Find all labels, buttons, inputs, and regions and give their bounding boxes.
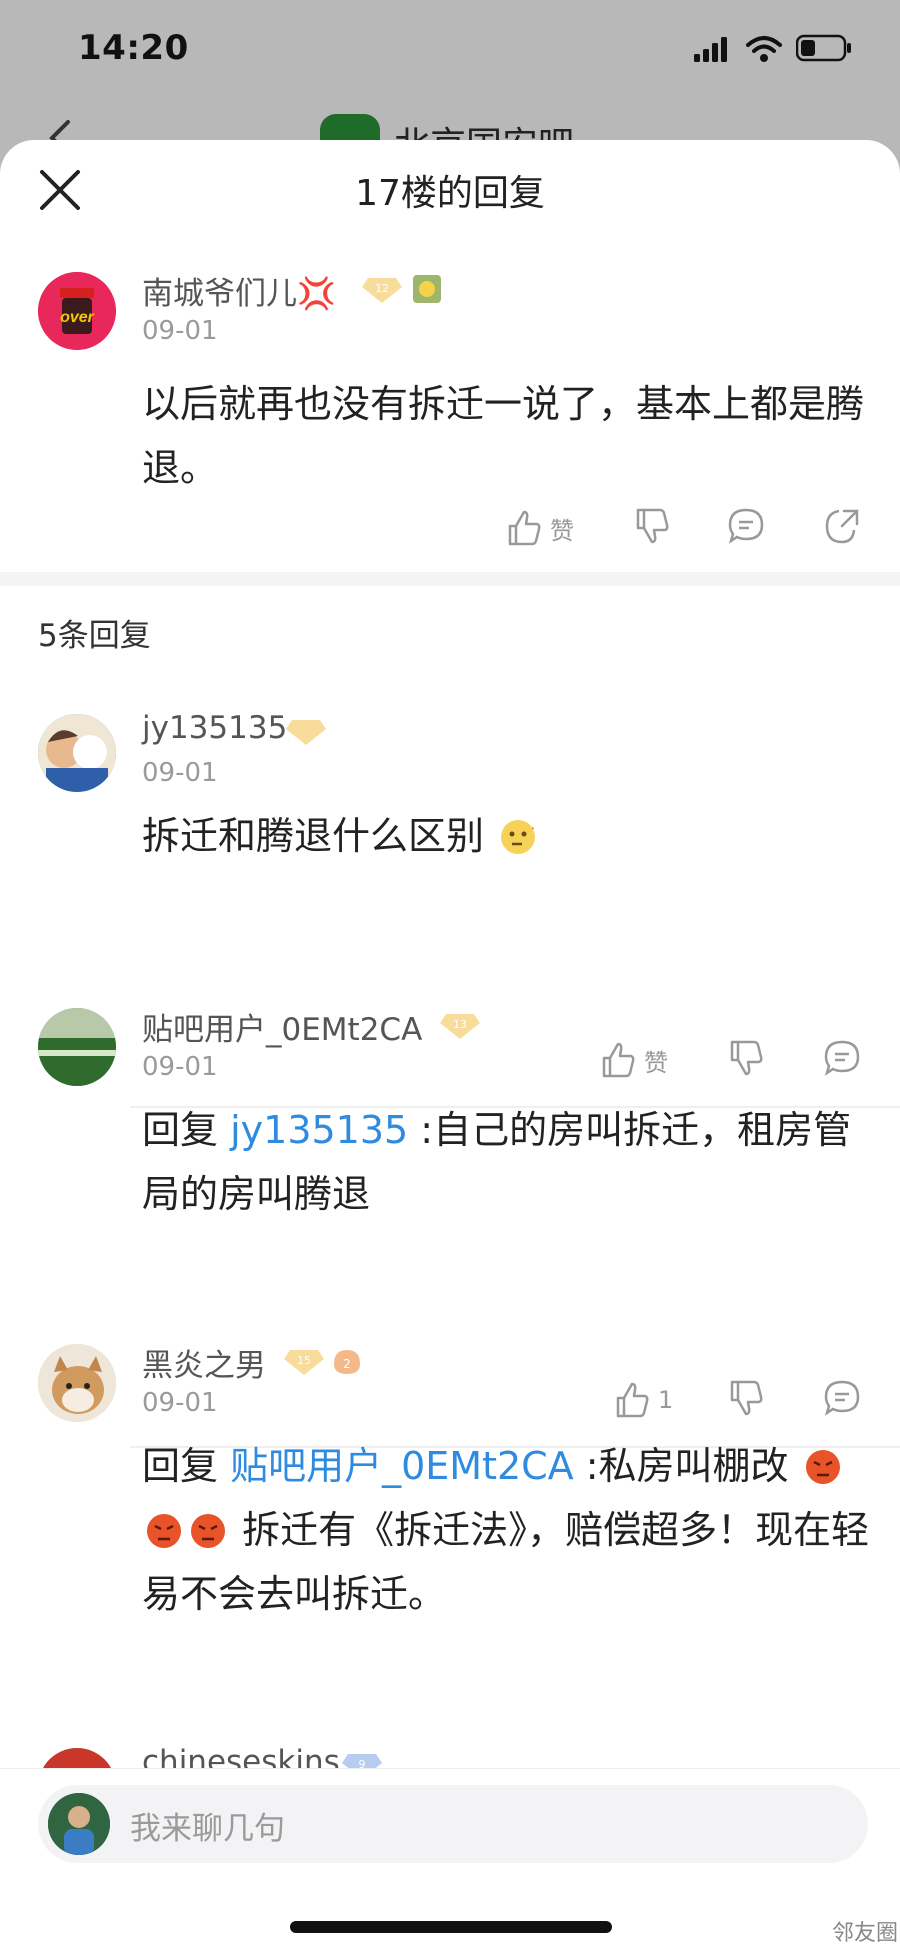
level-badge-icon: 12 [362, 278, 402, 303]
thumbs-down-icon[interactable] [726, 1378, 766, 1418]
like-button[interactable]: 赞 [598, 1038, 668, 1082]
like-label: 赞 [550, 516, 574, 545]
reply-username[interactable]: jy135135 [142, 710, 287, 746]
reply-text: 拆迁和腾退什么区别 ? [142, 804, 872, 868]
mention-link[interactable]: 贴吧用户_0EMt2CA [230, 1444, 574, 1488]
reply-text-body: 拆迁和腾退什么区别 [142, 814, 485, 858]
avatar-person-icon [48, 1793, 110, 1855]
comment-input[interactable]: 我来聊几句 [38, 1785, 868, 1863]
reply-text: 回复 贴吧用户_0EMt2CA :私房叫棚改 拆迁有《拆迁法》，赔偿超多！现在轻… [142, 1434, 872, 1626]
svg-text:over: over [60, 309, 95, 326]
avatar-cartoon-icon [38, 714, 116, 792]
reply-text-body: :私房叫棚改 [573, 1444, 801, 1488]
post-date: 09-01 [142, 316, 218, 346]
status-bar: 14:20 [0, 0, 900, 100]
thumbs-up-icon [616, 1382, 649, 1418]
reply-sheet: 17楼的回复 over 南城爷们儿💢 12 09-01 以后就再也没有拆迁一说了… [0, 140, 900, 1948]
avatar-dog-icon [38, 1344, 116, 1422]
thumbs-up-icon [508, 510, 541, 546]
avatar[interactable]: over [38, 272, 116, 350]
medal-icon: 2 [334, 1350, 360, 1374]
thumbs-up-icon [602, 1042, 635, 1078]
svg-text:?: ? [530, 819, 536, 832]
level-number: 12 [375, 282, 389, 295]
svg-text:2: 2 [343, 1357, 351, 1371]
status-time: 14:20 [78, 28, 189, 68]
level-badge-icon: 15 [284, 1350, 324, 1375]
like-button[interactable]: 1 [612, 1378, 673, 1422]
thumbs-down-icon[interactable] [632, 506, 672, 546]
post-text: 以后就再也没有拆迁一说了，基本上都是腾退。 [142, 382, 865, 490]
input-placeholder: 我来聊几句 [130, 1811, 285, 1847]
my-avatar [48, 1793, 110, 1855]
like-button[interactable]: 赞 [504, 506, 574, 550]
level-badge-icon [286, 720, 326, 745]
angry-emoji-icon [147, 1514, 181, 1548]
level-number: 15 [297, 1354, 311, 1367]
reply-text-body-2: 拆迁有《拆迁法》，赔偿超多！现在轻易不会去叫拆迁。 [142, 1508, 870, 1616]
reply-prefix: 回复 [142, 1108, 231, 1152]
battery-icon [796, 34, 851, 62]
avatar-stadium-icon [38, 1008, 116, 1086]
home-indicator[interactable] [290, 1921, 612, 1933]
share-icon[interactable] [822, 506, 862, 546]
reply-date: 09-01 [142, 1052, 218, 1082]
mention-link[interactable]: jy135135 [230, 1108, 408, 1152]
comment-bar: 我来聊几句 邻友圈 [0, 1768, 900, 1948]
sheet-title: 17楼的回复 [355, 173, 545, 214]
angry-emoji-icon [191, 1514, 225, 1548]
comment-icon[interactable] [822, 1378, 862, 1418]
avatar[interactable] [38, 1008, 116, 1086]
comment-icon[interactable] [822, 1038, 862, 1078]
reply-username[interactable]: 贴吧用户_0EMt2CA [142, 1004, 422, 1049]
level-badge-icon: 13 [440, 1014, 480, 1039]
avatar-logo-icon: over [38, 272, 116, 350]
angry-emoji-icon [805, 1450, 840, 1484]
level-number: 13 [453, 1018, 467, 1031]
like-label: 赞 [644, 1048, 668, 1077]
reply-prefix: 回复 [142, 1444, 231, 1488]
medal-icon [413, 275, 441, 303]
reply-date: 09-01 [142, 1388, 218, 1418]
comment-icon[interactable] [726, 506, 766, 546]
reply-text: 回复 jy135135 :自己的房叫拆迁，租房管局的房叫腾退 [142, 1098, 872, 1226]
wifi-icon [746, 36, 782, 62]
thinking-emoji-icon: ? [501, 819, 536, 854]
like-count: 1 [658, 1386, 674, 1414]
thumbs-down-icon[interactable] [726, 1038, 766, 1078]
avatar[interactable] [38, 714, 116, 792]
reply-count: 5条回复 [38, 618, 151, 654]
section-divider [0, 572, 900, 586]
reply-date: 09-01 [142, 758, 218, 788]
cellular-signal-icon [694, 37, 727, 62]
watermark: 邻友圈 [832, 1921, 899, 1946]
reply-username[interactable]: 黑炎之男 [142, 1340, 266, 1385]
post-username[interactable]: 南城爷们儿💢 [142, 268, 336, 313]
avatar[interactable] [38, 1344, 116, 1422]
